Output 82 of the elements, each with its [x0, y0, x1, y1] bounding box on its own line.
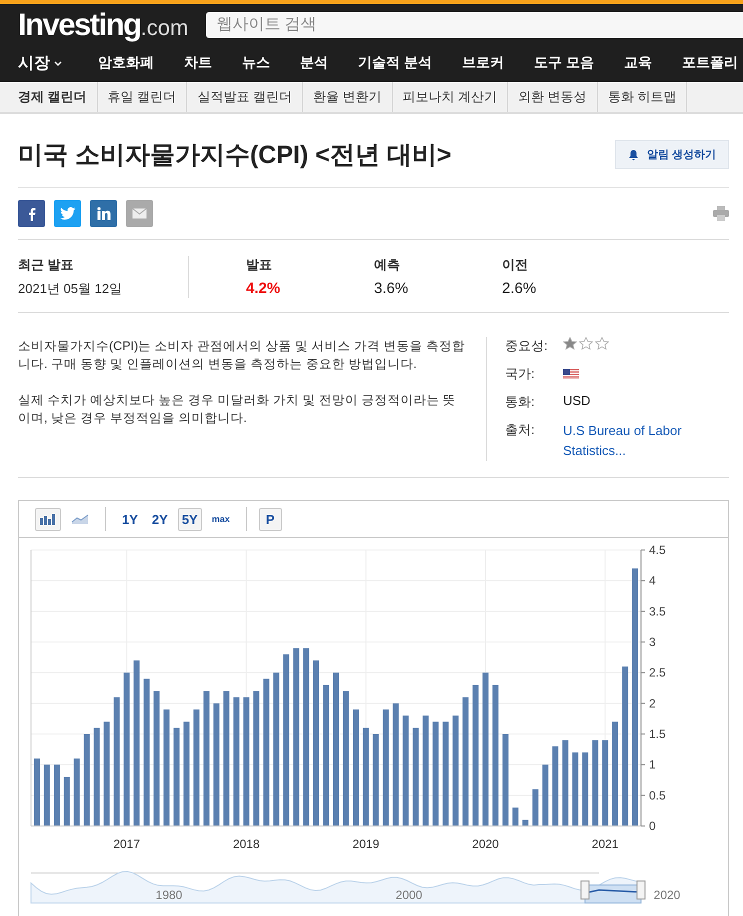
- y-tick-label: 4.5: [649, 543, 666, 557]
- x-tick-label: 2018: [232, 837, 260, 851]
- email-share-icon[interactable]: [126, 200, 153, 227]
- navigator-label: 2000: [396, 888, 422, 902]
- bar: [44, 764, 50, 826]
- nav-item[interactable]: 뉴스: [242, 54, 270, 72]
- nav-item[interactable]: 기술적 분석: [358, 54, 432, 72]
- release-date: 2021년 05월 12일: [18, 280, 124, 298]
- search-field[interactable]: 웹사이트 검색: [206, 12, 743, 38]
- star-icon: [595, 337, 609, 350]
- nav-item[interactable]: 분석: [300, 54, 328, 72]
- subnav-tab[interactable]: 환율 변환기: [302, 82, 392, 112]
- bar: [64, 776, 70, 826]
- navigator-drawing[interactable]: [30, 871, 646, 904]
- nav-item[interactable]: 포트폴리: [682, 54, 738, 72]
- area-chart-icon: [71, 513, 89, 525]
- bar: [74, 758, 80, 826]
- facebook-share-icon[interactable]: [18, 200, 45, 227]
- y-tick-label: 2: [649, 696, 656, 710]
- y-tick-label: 1: [649, 758, 656, 772]
- bar: [512, 808, 518, 826]
- bar-chart-icon: [39, 513, 57, 525]
- print-chart-button[interactable]: P: [258, 508, 282, 530]
- nav-item[interactable]: 암호화폐: [98, 54, 154, 72]
- bar: [34, 758, 40, 826]
- info-label: 출처:: [505, 421, 536, 439]
- nav-item[interactable]: 교육: [624, 54, 652, 72]
- y-tick-label: 2.5: [649, 666, 666, 680]
- x-tick-label: 2019: [352, 837, 380, 851]
- y-tick-label: 0: [649, 819, 656, 833]
- y-tick-label: 3: [649, 635, 656, 649]
- subnav-tab[interactable]: 경제 캘린더: [8, 82, 98, 112]
- range-button[interactable]: max: [208, 508, 234, 530]
- bell-icon: [628, 148, 639, 160]
- currency-value: USD: [563, 393, 592, 410]
- source-link[interactable]: U.S Bureau of Labor Statistics...: [563, 421, 693, 461]
- bird-share-icon[interactable]: [54, 200, 81, 227]
- x-tick-label: 2017: [113, 837, 140, 851]
- bar: [532, 789, 538, 826]
- navigator-label: 2020: [654, 888, 680, 902]
- subnav-tab[interactable]: 외환 변동성: [508, 82, 598, 112]
- flag-icon: [563, 368, 579, 380]
- navigator-label: 1980: [156, 888, 182, 902]
- info-label: 통화:: [505, 393, 536, 411]
- nav-item[interactable]: 시장: [18, 52, 62, 74]
- stat-label: 예측: [374, 256, 401, 274]
- linkedin-share-icon[interactable]: [90, 200, 117, 227]
- logo[interactable]: Investing.com: [18, 7, 188, 43]
- chart-type-button[interactable]: [35, 508, 61, 530]
- subnav-tab[interactable]: 피보나치 계산기: [392, 82, 508, 112]
- stat-value: 2.6%: [502, 280, 538, 297]
- info-label: 중요성:: [505, 337, 549, 355]
- release-label: 최근 발표: [18, 256, 75, 274]
- subnav-tab[interactable]: 휴일 캘린더: [98, 82, 188, 112]
- description-paragraph: 소비자물가지수(CPI)는 소비자 관점에서의 상품 및 서비스 가격 변동을 측정합니다. 구매 동향 및 인플레이션의 변동을 측정하는 중요한 방법입니다.: [18, 338, 466, 373]
- stat-value: 4.2%: [246, 280, 282, 297]
- subnav-tab[interactable]: 실적발표 캘린더: [187, 82, 303, 112]
- nav-item[interactable]: 도구 모음: [534, 54, 594, 72]
- bar: [54, 764, 60, 826]
- page-title: 미국 소비자물가지수(CPI) <전년 대비>: [18, 140, 452, 171]
- stat-label: 이전: [502, 256, 529, 274]
- print-icon[interactable]: [713, 206, 729, 221]
- y-tick-label: 0.5: [649, 788, 666, 802]
- y-tick-label: 1.5: [649, 727, 666, 741]
- y-tick-label: 3.5: [649, 604, 666, 618]
- info-label: 국가:: [505, 365, 536, 383]
- subnav-tab[interactable]: 통화 히트맵: [598, 82, 688, 112]
- y-tick-label: 4: [649, 574, 656, 588]
- stat-value: 3.6%: [374, 280, 410, 297]
- star-icon: [563, 337, 577, 350]
- range-button[interactable]: 5Y: [178, 508, 202, 530]
- range-button[interactable]: 2Y: [148, 508, 172, 530]
- nav-item[interactable]: 차트: [184, 54, 212, 72]
- description-paragraph: 실제 수치가 예상치보다 높은 경우 미달러화 가치 및 전망이 긍정적이라는 뜻이며, 낮은 경우 부정적임을 의미합니다.: [18, 392, 457, 427]
- x-tick-label: 2020: [472, 837, 499, 851]
- bar: [542, 764, 548, 826]
- range-button[interactable]: 1Y: [118, 508, 142, 530]
- nav-item[interactable]: 브로커: [462, 54, 504, 72]
- x-tick-label: 2021: [592, 837, 618, 851]
- alert-button[interactable]: 알림 생성하기: [614, 140, 729, 169]
- stat-label: 발표: [246, 256, 273, 274]
- star-icon: [579, 337, 593, 350]
